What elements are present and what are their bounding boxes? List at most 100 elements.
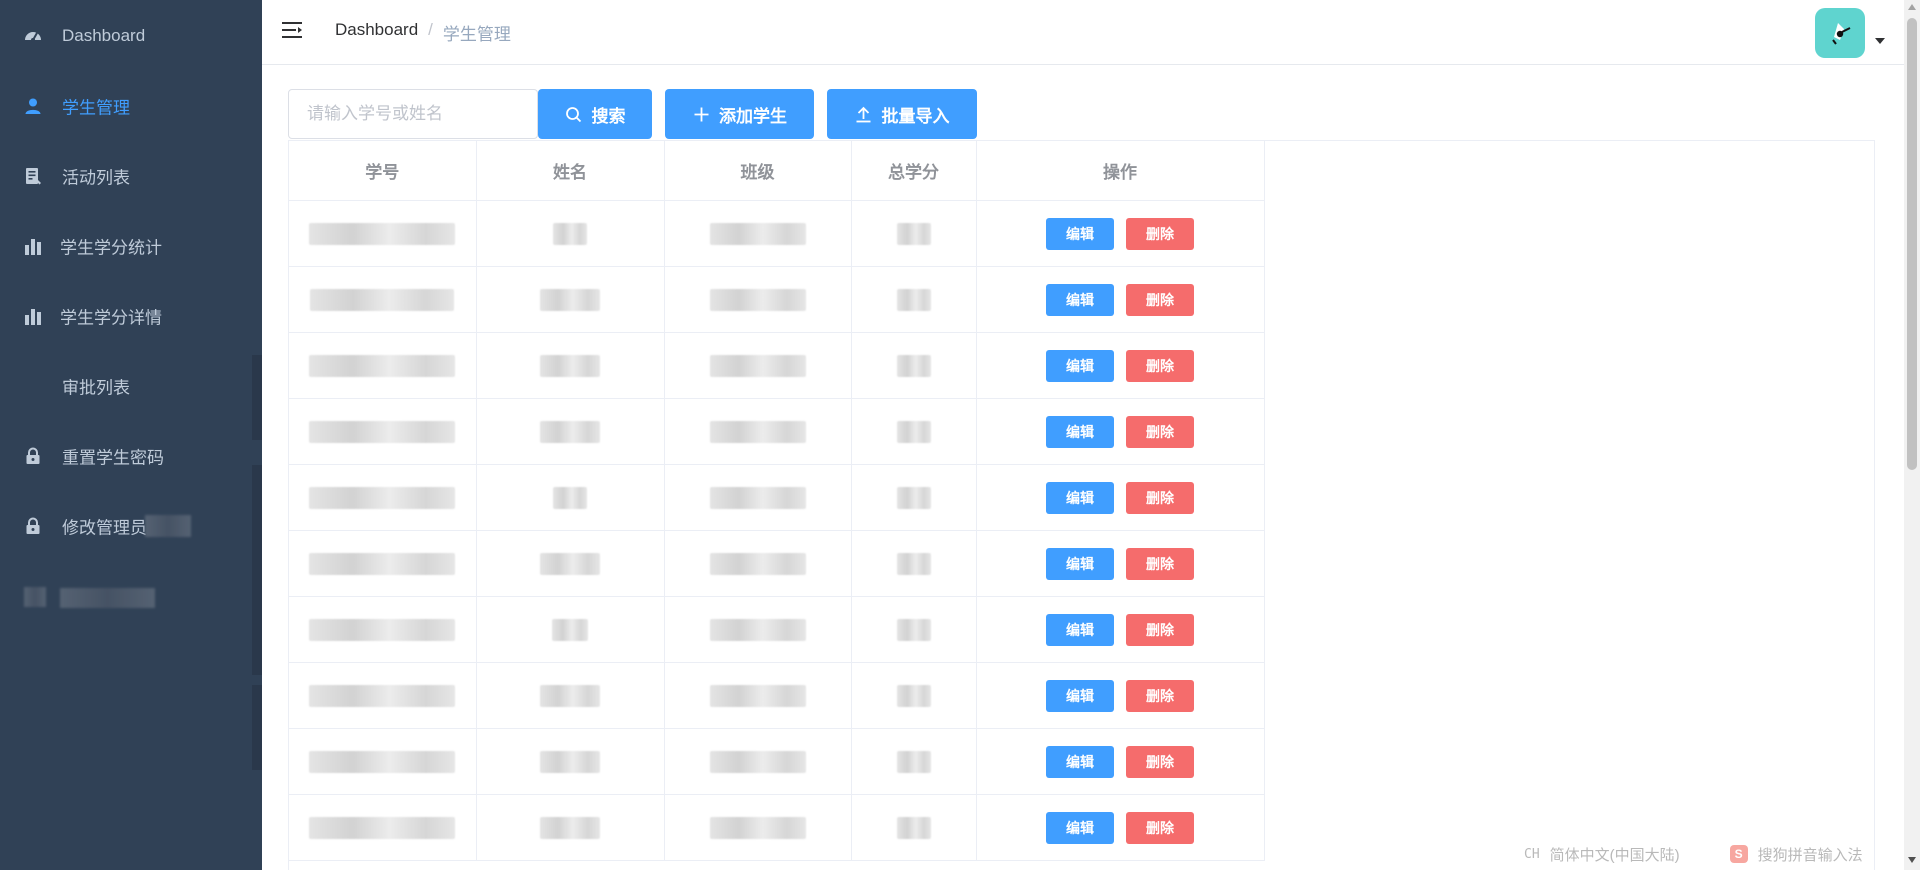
table-row: 编辑 删除 — [289, 596, 1265, 663]
sidebar-item-credit-details[interactable]: 学生学分详情 — [0, 281, 262, 351]
delete-button[interactable]: 删除 — [1126, 613, 1194, 646]
document-icon — [24, 167, 42, 185]
scrollbar-thumb[interactable] — [1907, 18, 1917, 470]
class-cell — [664, 266, 852, 333]
redacted-value — [553, 486, 587, 509]
redacted-value — [709, 552, 806, 575]
sidebar-item-student-management[interactable]: 学生管理 — [0, 71, 262, 141]
ime-language-name: 简体中文(中国大陆) — [1549, 846, 1680, 864]
avatar[interactable] — [1815, 8, 1865, 58]
sidebar-item-redacted[interactable] — [0, 561, 262, 631]
redacted-value — [540, 750, 600, 773]
search-button-label: 搜索 — [591, 106, 626, 126]
class-cell — [664, 530, 852, 597]
edit-button[interactable]: 编辑 — [1046, 547, 1114, 580]
student-table-grid: 学号 姓名 班级 总学分 操作 编辑 删除 编辑 删除 编辑 删除 编辑 删除 编辑 删除 编辑 删除… — [289, 141, 1265, 861]
edit-button[interactable]: 编辑 — [1046, 679, 1114, 712]
delete-button[interactable]: 删除 — [1126, 217, 1194, 250]
redacted-value — [309, 816, 456, 839]
student-name-cell — [476, 662, 665, 729]
student-name-cell — [476, 530, 665, 597]
redacted-value — [709, 618, 806, 641]
breadcrumb-home[interactable]: Dashboard — [335, 20, 418, 45]
search-button[interactable]: 搜索 — [538, 89, 652, 139]
class-cell — [664, 200, 852, 267]
table-row: 编辑 删除 — [289, 662, 1265, 729]
actions-cell: 编辑 删除 — [976, 200, 1265, 267]
column-header-total-credits[interactable]: 总学分 — [851, 141, 977, 201]
redacted-value — [309, 222, 456, 245]
batch-import-button[interactable]: 批量导入 — [827, 89, 977, 139]
class-cell — [664, 662, 852, 729]
table-row: 编辑 删除 — [289, 332, 1265, 399]
total-credits-cell — [851, 464, 977, 531]
redacted-icon — [24, 587, 46, 607]
menu-toggle-icon[interactable] — [282, 20, 304, 40]
redacted-value — [896, 354, 931, 377]
scroll-up-arrow-icon[interactable] — [1908, 4, 1916, 10]
page-scrollbar[interactable] — [1904, 0, 1920, 870]
actions-cell: 编辑 删除 — [976, 266, 1265, 333]
edit-button[interactable]: 编辑 — [1046, 613, 1114, 646]
sidebar-item-modify-admin[interactable]: 修改管理员 — [0, 491, 262, 561]
breadcrumb-separator: / — [428, 20, 433, 39]
student-name-cell — [476, 794, 665, 861]
redacted-value — [896, 684, 931, 707]
delete-button[interactable]: 删除 — [1126, 481, 1194, 514]
edit-button[interactable]: 编辑 — [1046, 811, 1114, 844]
redacted-text — [60, 588, 155, 608]
student-name-cell — [476, 332, 665, 399]
redacted-value — [896, 222, 931, 245]
delete-button[interactable]: 删除 — [1126, 745, 1194, 778]
redacted-value — [540, 816, 600, 839]
redacted-value — [709, 354, 806, 377]
edit-button[interactable]: 编辑 — [1046, 283, 1114, 316]
class-cell — [664, 596, 852, 663]
delete-button[interactable]: 删除 — [1126, 283, 1194, 316]
add-student-button-label: 添加学生 — [719, 106, 787, 126]
sidebar-item-credit-statistics[interactable]: 学生学分统计 — [0, 211, 262, 281]
edit-button[interactable]: 编辑 — [1046, 217, 1114, 250]
delete-button[interactable]: 删除 — [1126, 679, 1194, 712]
sogou-logo-icon: S — [1729, 845, 1748, 863]
student-id-cell — [289, 464, 477, 531]
redacted-value — [540, 420, 600, 443]
redacted-value — [552, 618, 588, 641]
delete-button[interactable]: 删除 — [1126, 349, 1194, 382]
redacted-value — [309, 486, 456, 509]
column-header-name[interactable]: 姓名 — [476, 141, 665, 201]
table-row: 编辑 删除 — [289, 398, 1265, 465]
sidebar-shadow — [252, 465, 262, 675]
table-header-row: 学号 姓名 班级 总学分 操作 — [289, 141, 1265, 201]
student-id-cell — [289, 398, 477, 465]
sidebar-item-activity-list[interactable]: 活动列表 — [0, 141, 262, 211]
add-student-button[interactable]: 添加学生 — [665, 89, 814, 139]
redacted-value — [553, 222, 587, 245]
sidebar-item-approval-list[interactable]: 审批列表 — [0, 351, 262, 421]
dashboard-icon — [24, 27, 42, 45]
total-credits-cell — [851, 200, 977, 267]
sidebar-item-dashboard[interactable]: Dashboard — [0, 1, 262, 71]
edit-button[interactable]: 编辑 — [1046, 481, 1114, 514]
column-header-class[interactable]: 班级 — [664, 141, 852, 201]
search-input[interactable] — [288, 89, 538, 139]
column-header-student-id[interactable]: 学号 — [289, 141, 477, 201]
redacted-value — [540, 354, 600, 377]
sidebar-item-label: 活动列表 — [62, 168, 130, 188]
student-name-cell — [476, 398, 665, 465]
upload-icon — [855, 105, 873, 123]
edit-button[interactable]: 编辑 — [1046, 349, 1114, 382]
redacted-value — [896, 486, 931, 509]
caret-down-icon[interactable] — [1875, 38, 1885, 44]
redacted-value — [540, 684, 600, 707]
delete-button[interactable]: 删除 — [1126, 547, 1194, 580]
edit-button[interactable]: 编辑 — [1046, 745, 1114, 778]
redacted-value — [310, 288, 455, 311]
student-id-cell — [289, 200, 477, 267]
scroll-down-arrow-icon[interactable] — [1908, 857, 1916, 863]
redacted-value — [309, 354, 456, 377]
delete-button[interactable]: 删除 — [1126, 415, 1194, 448]
delete-button[interactable]: 删除 — [1126, 811, 1194, 844]
edit-button[interactable]: 编辑 — [1046, 415, 1114, 448]
sidebar-item-reset-password[interactable]: 重置学生密码 — [0, 421, 262, 491]
